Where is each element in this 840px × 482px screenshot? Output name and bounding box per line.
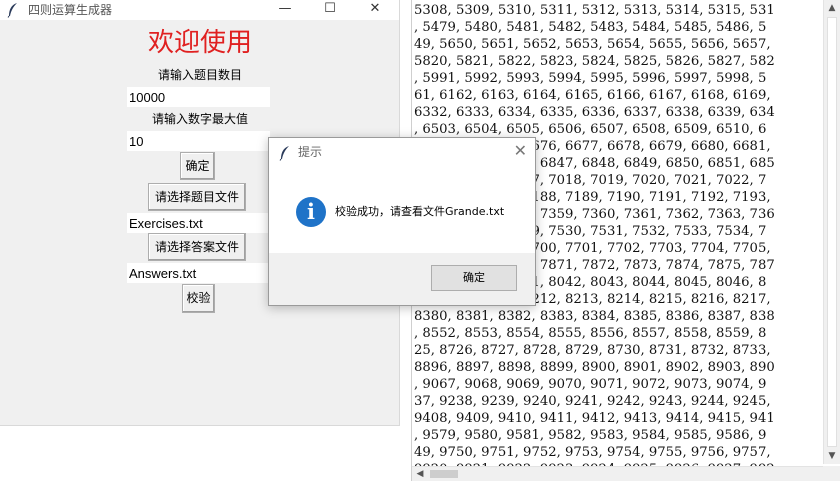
horizontal-scrollbar[interactable]: ◀ <box>412 466 824 481</box>
title-bar[interactable]: 四则运算生成器 — ☐ ✕ <box>0 0 399 20</box>
dialog-footer: 确定 <box>269 253 535 305</box>
output-line: , 9067, 9068, 9069, 9070, 9071, 9072, 90… <box>414 377 767 392</box>
output-line: 49, 9750, 9751, 9752, 9753, 9754, 9755, … <box>414 445 771 460</box>
scroll-left-icon[interactable]: ◀ <box>412 467 428 482</box>
scroll-up-icon[interactable]: ▲ <box>824 0 840 16</box>
dialog-close-icon[interactable]: ✕ <box>514 141 527 161</box>
check-button[interactable]: 校验 <box>182 284 215 313</box>
hscrollbar-thumb[interactable] <box>430 470 458 478</box>
feather-icon <box>279 146 289 161</box>
output-line: , 8552, 8553, 8554, 8555, 8556, 8557, 85… <box>414 326 767 341</box>
dialog-title: 提示 <box>298 145 323 159</box>
output-line: , 6503, 6504, 6505, 6506, 6507, 6508, 65… <box>414 122 767 137</box>
question-count-label: 请输入题目数目 <box>157 68 242 82</box>
output-line: 49, 5650, 5651, 5652, 5653, 5654, 5655, … <box>414 37 771 52</box>
output-line: 5308, 5309, 5310, 5311, 5312, 5313, 5314… <box>414 3 775 18</box>
dialog-ok-button[interactable]: 确定 <box>431 265 517 291</box>
output-line: 61, 6162, 6163, 6164, 6165, 6166, 6167, … <box>414 88 771 103</box>
output-line: 8896, 8897, 8898, 8899, 8900, 8901, 8902… <box>414 360 775 375</box>
feather-icon <box>7 3 17 18</box>
scrollbar-thumb[interactable] <box>827 17 837 447</box>
exercise-file-input[interactable] <box>127 213 270 233</box>
info-dialog: 提示 ✕ i 校验成功，请查看文件Grande.txt 确定 <box>268 137 536 306</box>
question-count-input[interactable] <box>127 87 270 107</box>
output-line: , 5479, 5480, 5481, 5482, 5483, 5484, 54… <box>414 20 767 35</box>
close-button[interactable]: ✕ <box>353 0 397 20</box>
minimize-button[interactable]: — <box>263 0 307 20</box>
max-value-input[interactable] <box>127 131 270 151</box>
output-line: 9408, 9409, 9410, 9411, 9412, 9413, 9414… <box>414 411 775 426</box>
scroll-corner <box>823 466 840 481</box>
window-title: 四则运算生成器 <box>28 3 113 17</box>
info-icon: i <box>296 197 326 227</box>
dialog-title-bar[interactable]: 提示 ✕ <box>269 138 535 166</box>
output-line: , 9579, 9580, 9581, 9582, 9583, 9584, 95… <box>414 428 767 443</box>
welcome-heading: 欢迎使用 <box>147 28 252 58</box>
scroll-down-icon[interactable]: ▼ <box>824 448 840 464</box>
output-line: 25, 8726, 8727, 8728, 8729, 8730, 8731, … <box>414 343 771 358</box>
output-line: , 5991, 5992, 5993, 5994, 5995, 5996, 59… <box>414 71 767 86</box>
confirm-button[interactable]: 确定 <box>180 152 215 180</box>
output-line: 5820, 5821, 5822, 5823, 5824, 5825, 5826… <box>414 54 775 69</box>
maximize-button[interactable]: ☐ <box>308 0 352 20</box>
output-line: 8380, 8381, 8382, 8383, 8384, 8385, 8386… <box>414 309 775 324</box>
output-line: 6332, 6333, 6334, 6335, 6336, 6337, 6338… <box>414 105 775 120</box>
vertical-scrollbar[interactable]: ▲ ▼ <box>823 0 840 464</box>
answer-file-input[interactable] <box>127 263 270 283</box>
max-value-label: 请输入数字最大值 <box>151 112 248 126</box>
output-line: 37, 9238, 9239, 9240, 9241, 9242, 9243, … <box>414 394 771 409</box>
choose-answer-file-button[interactable]: 请选择答案文件 <box>148 233 246 261</box>
choose-exercise-file-button[interactable]: 请选择题目文件 <box>148 183 246 211</box>
dialog-message: 校验成功，请查看文件Grande.txt <box>335 205 505 218</box>
